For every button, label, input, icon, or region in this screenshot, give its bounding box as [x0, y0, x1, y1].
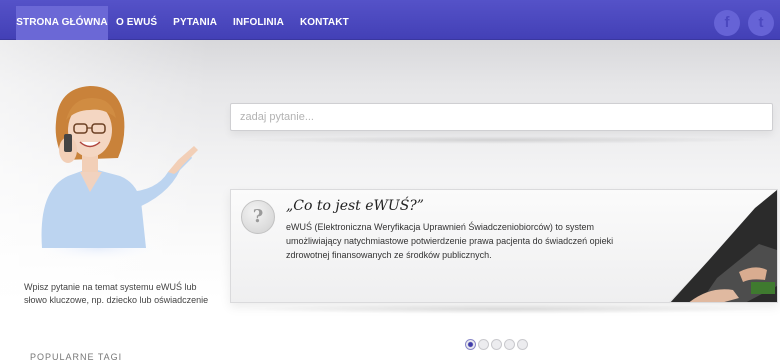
faq-card-text: eWUŚ (Elektroniczna Weryfikacja Uprawnie…	[286, 222, 614, 260]
question-mark-icon: ?	[241, 200, 275, 234]
search-shadow	[235, 136, 765, 144]
carousel-dot[interactable]	[491, 339, 502, 350]
twitter-icon[interactable]: t	[748, 10, 774, 36]
faq-card-title: „Co to jest eWUŚ?”	[286, 198, 424, 214]
nav-item-helpline[interactable]: INFOLINIA	[225, 6, 292, 40]
laptop-hands-photo	[668, 190, 777, 302]
nav-item-questions[interactable]: PYTANIA	[165, 6, 225, 40]
carousel-dot[interactable]	[478, 339, 489, 350]
carousel-dot[interactable]	[517, 339, 528, 350]
carousel-pagination	[465, 339, 528, 350]
top-navigation-bar: STRONA GŁÓWNA O EWUŚ PYTANIA INFOLINIA K…	[0, 0, 780, 40]
nav-item-home[interactable]: STRONA GŁÓWNA	[16, 6, 108, 40]
facebook-icon[interactable]: f	[714, 10, 740, 36]
popular-tags-heading: POPULARNE TAGI	[30, 352, 123, 360]
main-menu: STRONA GŁÓWNA O EWUŚ PYTANIA INFOLINIA K…	[16, 6, 357, 40]
smiling-woman-illustration	[28, 86, 198, 262]
carousel-dot[interactable]	[504, 339, 515, 350]
card-shadow	[240, 304, 770, 314]
nav-item-contact[interactable]: KONTAKT	[292, 6, 357, 40]
nav-item-about-ewus[interactable]: O EWUŚ	[108, 6, 165, 40]
faq-card: ? „Co to jest eWUŚ?” eWUŚ (Elektroniczna…	[230, 189, 778, 303]
carousel-dot[interactable]	[465, 339, 476, 350]
search-help-text: Wpisz pytanie na temat systemu eWUŚ lub …	[24, 282, 209, 305]
question-search-input[interactable]	[230, 103, 773, 131]
